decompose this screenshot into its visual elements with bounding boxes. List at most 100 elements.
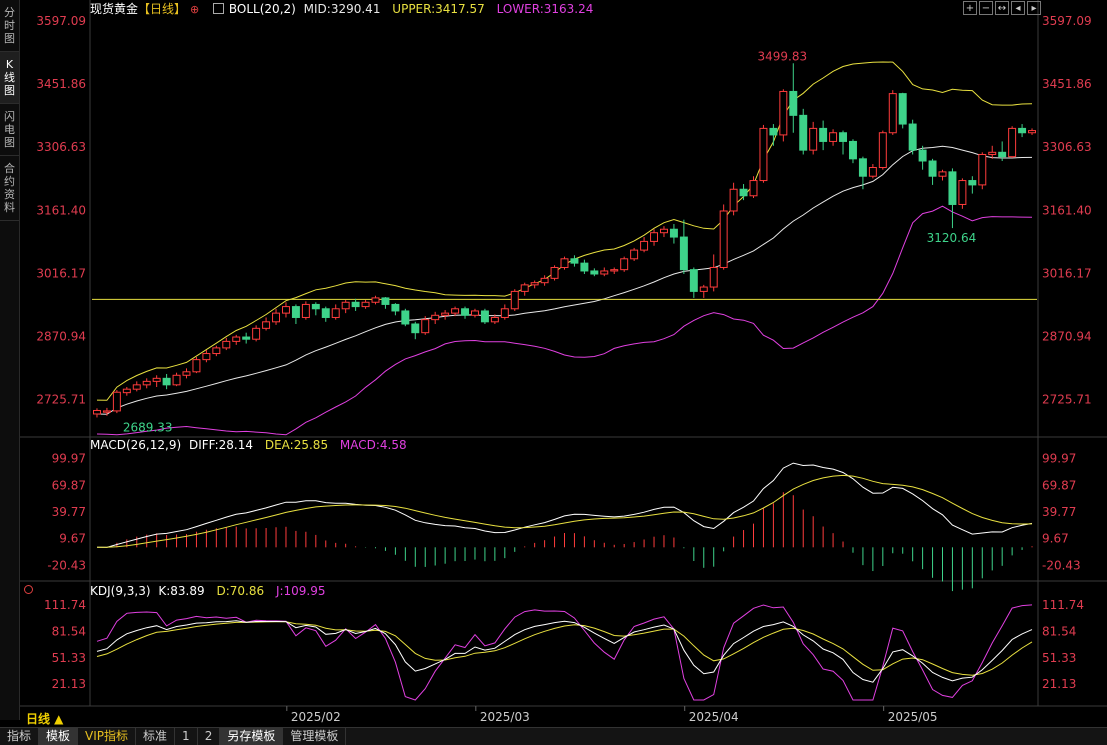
candle-body-29 [381, 297, 390, 305]
candle-body-3 [122, 388, 131, 394]
candle-body-39 [480, 310, 489, 323]
candle-body-38 [470, 310, 479, 316]
candle-body-8 [172, 374, 181, 386]
bottom-tab-2[interactable]: VIP指标 [78, 728, 137, 745]
candle-body-79 [878, 132, 887, 169]
left-arrow-icon[interactable]: ◂ [1011, 1, 1025, 15]
circle-plus-icon[interactable]: ⊕ [190, 3, 199, 16]
candle-body-6 [152, 377, 161, 382]
candle-body-19 [281, 306, 290, 314]
macd-tick-right-1: 69.87 [1042, 478, 1076, 492]
candle-body-59 [679, 236, 688, 271]
candle-body-82 [908, 123, 917, 151]
bottom-tab-5[interactable]: 2 [198, 728, 221, 745]
candle-body-43 [520, 284, 529, 292]
candle-body-47 [560, 258, 569, 268]
candle-body-18 [272, 312, 281, 323]
candle-body-1 [102, 410, 111, 413]
candle-body-20 [291, 306, 300, 318]
candle-body-94 [1028, 130, 1037, 134]
candle-body-31 [401, 310, 410, 325]
x-label-2: 2025/04 [689, 710, 739, 724]
candle-body-4 [132, 384, 141, 390]
candle-body-14 [232, 336, 241, 342]
candle-body-30 [391, 303, 400, 312]
kdj-d-line [96, 621, 1033, 676]
candle-body-10 [192, 359, 201, 373]
price-tick-right-6: 2725.71 [1042, 393, 1092, 407]
fit-icon[interactable]: ↔ [995, 1, 1009, 15]
chart-toolbar: + − ↔ ◂ ▸ [963, 1, 1041, 15]
candle-body-15 [242, 336, 251, 340]
period-selector[interactable]: 日线 ▲ [26, 710, 63, 727]
kdj-settings-icon[interactable] [24, 585, 33, 594]
price-tick-left-4: 3016.17 [36, 266, 86, 280]
macd-value: MACD:4.58 [339, 438, 407, 452]
candle-body-11 [202, 353, 211, 361]
macd-tick-left-2: 39.77 [52, 505, 86, 519]
macd-tick-right-3: 9.67 [1042, 532, 1069, 546]
candle-body-69 [779, 90, 788, 136]
candle-body-12 [212, 347, 221, 355]
candle-body-32 [411, 323, 420, 334]
candle-body-73 [819, 127, 828, 142]
chart-canvas[interactable]: 3597.09 3597.09 3451.86 3451.86 3306.63 3306.… [0, 0, 1107, 744]
price-tick-left-0: 3597.09 [36, 14, 86, 28]
macd-tick-right-0: 99.97 [1042, 452, 1076, 466]
local-min-label: 3120.64 [927, 231, 977, 245]
price-tick-right-3: 3161.40 [1042, 203, 1092, 217]
macd-name: MACD(26,12,9) [90, 438, 182, 452]
candle-body-78 [868, 167, 877, 177]
macd-tick-left-3: 9.67 [59, 532, 86, 546]
price-tick-left-1: 3451.86 [36, 77, 86, 91]
bottom-tab-0[interactable]: 指标 [0, 728, 40, 745]
price-tick-left-5: 2870.94 [36, 330, 86, 344]
boll-upper: UPPER:3417.57 [392, 2, 485, 16]
bottom-tab-1[interactable]: 模板 [39, 728, 79, 745]
side-tab-2[interactable]: 闪电图 [0, 104, 19, 156]
zoom-in-icon[interactable]: + [963, 1, 977, 15]
side-tab-3[interactable]: 合约资料 [0, 156, 19, 221]
candle-body-85 [938, 171, 947, 177]
indicator-box-icon[interactable] [213, 3, 225, 14]
boll-lower-line [96, 205, 1033, 436]
kdj-k-line [96, 620, 1033, 683]
candle-body-9 [182, 371, 191, 376]
zoom-out-icon[interactable]: − [979, 1, 993, 15]
side-tab-0[interactable]: 分时图 [0, 0, 19, 52]
candle-body-89 [978, 153, 987, 186]
candle-body-37 [461, 308, 470, 316]
kdj-header: KDJ(9,3,3) K:83.89 D:70.86 J:109.95 [90, 583, 330, 599]
candle-body-88 [968, 180, 977, 186]
candle-body-70 [789, 90, 798, 116]
candle-body-53 [620, 258, 629, 271]
boll-lower: LOWER:3163.24 [496, 2, 594, 16]
right-arrow-icon[interactable]: ▸ [1027, 1, 1041, 15]
boll-label: BOLL(20,2) [228, 2, 296, 16]
bottom-tab-3[interactable]: 标准 [136, 728, 176, 745]
candle-body-26 [351, 301, 360, 308]
side-tab-1[interactable]: K线图 [0, 52, 19, 104]
candle-body-58 [669, 228, 678, 238]
candle-body-41 [500, 308, 509, 318]
price-tick-left-3: 3161.40 [36, 203, 86, 217]
candle-body-54 [630, 249, 639, 260]
macd-dea: DEA:25.85 [264, 438, 329, 452]
x-label-3: 2025/05 [888, 710, 938, 724]
price-tick-right-5: 2870.94 [1042, 330, 1092, 344]
candle-body-52 [610, 269, 619, 272]
candle-body-27 [361, 301, 370, 308]
candle-body-55 [640, 240, 649, 251]
bottom-tab-7[interactable]: 管理模板 [283, 728, 347, 745]
candle-body-67 [759, 127, 768, 182]
price-tick-right-1: 3451.86 [1042, 77, 1092, 91]
candle-body-13 [222, 340, 231, 349]
candle-body-25 [341, 301, 350, 310]
bottom-tab-6[interactable]: 另存模板 [220, 728, 284, 745]
candle-body-65 [739, 188, 748, 197]
candle-body-50 [590, 270, 599, 275]
bottom-tab-4[interactable]: 1 [175, 728, 198, 745]
macd-header: MACD(26,12,9) DIFF:28.14 DEA:25.85 MACD:… [90, 437, 411, 453]
bottom-tab-bar: 指标 模板 VIP指标 标准 1 2 另存模板 管理模板 [0, 727, 1107, 745]
candle-body-57 [659, 228, 668, 234]
